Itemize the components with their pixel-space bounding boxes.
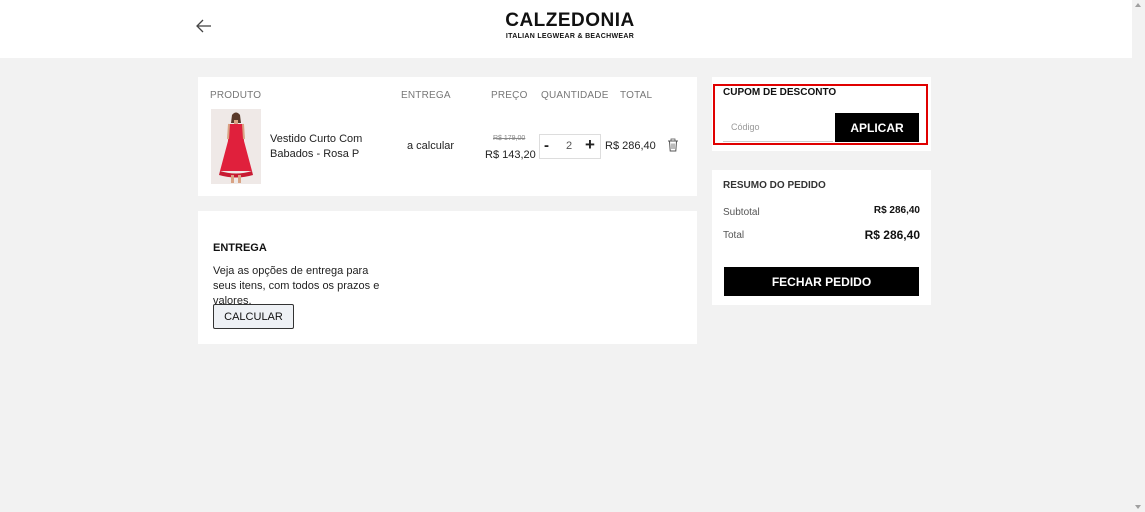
delivery-panel: ENTREGA Veja as opções de entrega para s… [198,211,697,344]
delivery-description: Veja as opções de entrega para seus iten… [213,265,380,307]
delivery-title: ENTREGA [213,242,267,254]
calculate-delivery-button[interactable]: CALCULAR [213,304,294,329]
page-scrollbar[interactable] [1132,0,1145,512]
arrow-left-icon[interactable] [193,15,215,37]
product-image[interactable] [211,109,261,184]
cart-items-panel: PRODUTO ENTREGA PREÇO QUANTIDADE TOTAL V… [198,77,697,196]
item-delivery-status: a calcular [407,140,455,152]
summary-title: RESUMO DO PEDIDO [723,180,826,191]
subtotal-value: R$ 286,40 [873,205,920,216]
item-total: R$ 286,40 [605,140,656,152]
decrease-quantity-button[interactable]: - [544,137,549,154]
site-header: CALZEDONIA ITALIAN LEGWEAR & BEACHWEAR [0,0,1132,58]
item-sale-price: R$ 143,20 [485,149,536,161]
item-original-price: R$ 179,00 [493,135,526,142]
brand-logo[interactable]: CALZEDONIA ITALIAN LEGWEAR & BEACHWEAR [470,10,670,40]
increase-quantity-button[interactable]: + [585,135,595,155]
product-name[interactable]: Vestido Curto Com Babados - Rosa P [270,132,380,162]
order-summary-panel: RESUMO DO PEDIDO Subtotal R$ 286,40 Tota… [712,170,931,305]
total-value: R$ 286,40 [864,228,920,242]
checkout-button[interactable]: FECHAR PEDIDO [724,267,919,296]
column-header-product: PRODUTO [210,90,262,101]
quantity-stepper: - 2 + [539,134,601,159]
column-header-delivery: ENTREGA [401,90,451,101]
brand-tagline: ITALIAN LEGWEAR & BEACHWEAR [505,33,635,40]
coupon-highlight-box [713,84,928,145]
brand-name: CALZEDONIA [505,10,635,31]
trash-icon[interactable] [667,138,679,152]
total-label: Total [723,230,745,241]
quantity-value[interactable]: 2 [566,140,572,152]
subtotal-label: Subtotal [723,207,760,218]
column-header-total: TOTAL [620,90,653,101]
scroll-down-icon[interactable] [1135,505,1141,509]
column-header-price: PREÇO [491,90,528,101]
column-header-quantity: QUANTIDADE [541,90,609,101]
scroll-up-icon[interactable] [1135,3,1141,7]
